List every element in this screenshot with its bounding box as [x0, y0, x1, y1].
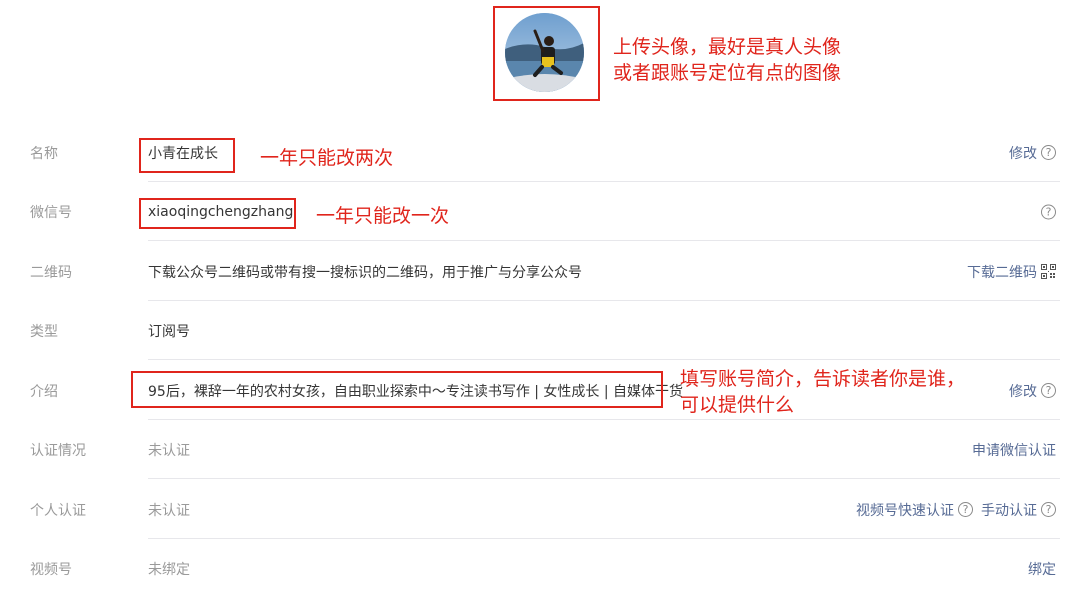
bind-channels-button[interactable]: 绑定: [1028, 559, 1056, 579]
name-actions: 修改 ?: [1009, 143, 1056, 163]
qrcode-label: 二维码: [30, 264, 72, 281]
channels-status: 未绑定: [148, 561, 190, 578]
personal-verification-actions: 视频号快速认证 ? 手动认证 ?: [856, 500, 1056, 520]
wechat-id-annotation: 一年只能改一次: [316, 205, 450, 227]
intro-highlight-box: [131, 371, 663, 408]
avatar[interactable]: [505, 13, 584, 92]
divider: [148, 478, 1060, 479]
row-personal-verification: 个人认证 未认证 视频号快速认证 ? 手动认证 ?: [0, 480, 1080, 539]
qrcode-actions: 下载二维码: [967, 262, 1056, 282]
wechat-id-highlight-box: [139, 198, 296, 229]
type-value: 订阅号: [148, 323, 190, 340]
name-label: 名称: [30, 145, 58, 162]
verification-status: 未认证: [148, 442, 190, 459]
apply-wechat-verification-button[interactable]: 申请微信认证: [972, 440, 1056, 460]
qrcode-description: 下载公众号二维码或带有搜一搜标识的二维码，用于推广与分享公众号: [148, 264, 582, 281]
personal-verification-status: 未认证: [148, 502, 190, 519]
intro-label: 介绍: [30, 383, 58, 400]
name-highlight-box: [139, 138, 235, 173]
edit-intro-button[interactable]: 修改: [1009, 381, 1037, 401]
wechat-id-label: 微信号: [30, 204, 72, 221]
name-annotation: 一年只能改两次: [260, 147, 394, 169]
channels-actions: 绑定: [1028, 559, 1056, 579]
edit-name-button[interactable]: 修改: [1009, 143, 1037, 163]
divider: [148, 240, 1060, 241]
intro-annotation-line2: 可以提供什么: [680, 394, 795, 416]
divider: [148, 359, 1060, 360]
help-icon[interactable]: ?: [1041, 204, 1056, 219]
download-qrcode-button[interactable]: 下载二维码: [967, 262, 1037, 282]
row-verification: 认证情况 未认证 申请微信认证: [0, 420, 1080, 479]
intro-annotation-line1: 填写账号简介，告诉读者你是谁，: [680, 368, 966, 390]
verification-actions: 申请微信认证: [972, 440, 1056, 460]
qrcode-icon[interactable]: [1041, 264, 1056, 279]
type-label: 类型: [30, 323, 58, 340]
help-icon[interactable]: ?: [1041, 502, 1056, 517]
help-icon[interactable]: ?: [1041, 145, 1056, 160]
wechat-id-actions: ?: [1041, 204, 1056, 219]
avatar-annotation-line2: 或者跟账号定位有点的图像: [613, 62, 842, 84]
personal-verification-label: 个人认证: [30, 502, 86, 519]
row-qrcode: 二维码 下载公众号二维码或带有搜一搜标识的二维码，用于推广与分享公众号 下载二维…: [0, 242, 1080, 301]
avatar-photo-icon: [505, 13, 584, 92]
avatar-annotation-line1: 上传头像，最好是真人头像: [613, 36, 842, 58]
intro-actions: 修改 ?: [1009, 381, 1056, 401]
channels-label: 视频号: [30, 561, 72, 578]
manual-verification-button[interactable]: 手动认证: [981, 500, 1037, 520]
help-icon[interactable]: ?: [958, 502, 973, 517]
row-type: 类型 订阅号: [0, 301, 1080, 360]
row-channels: 视频号 未绑定 绑定: [0, 539, 1080, 598]
channels-fast-verification-button[interactable]: 视频号快速认证: [856, 500, 954, 520]
help-icon[interactable]: ?: [1041, 383, 1056, 398]
verification-label: 认证情况: [30, 442, 86, 459]
